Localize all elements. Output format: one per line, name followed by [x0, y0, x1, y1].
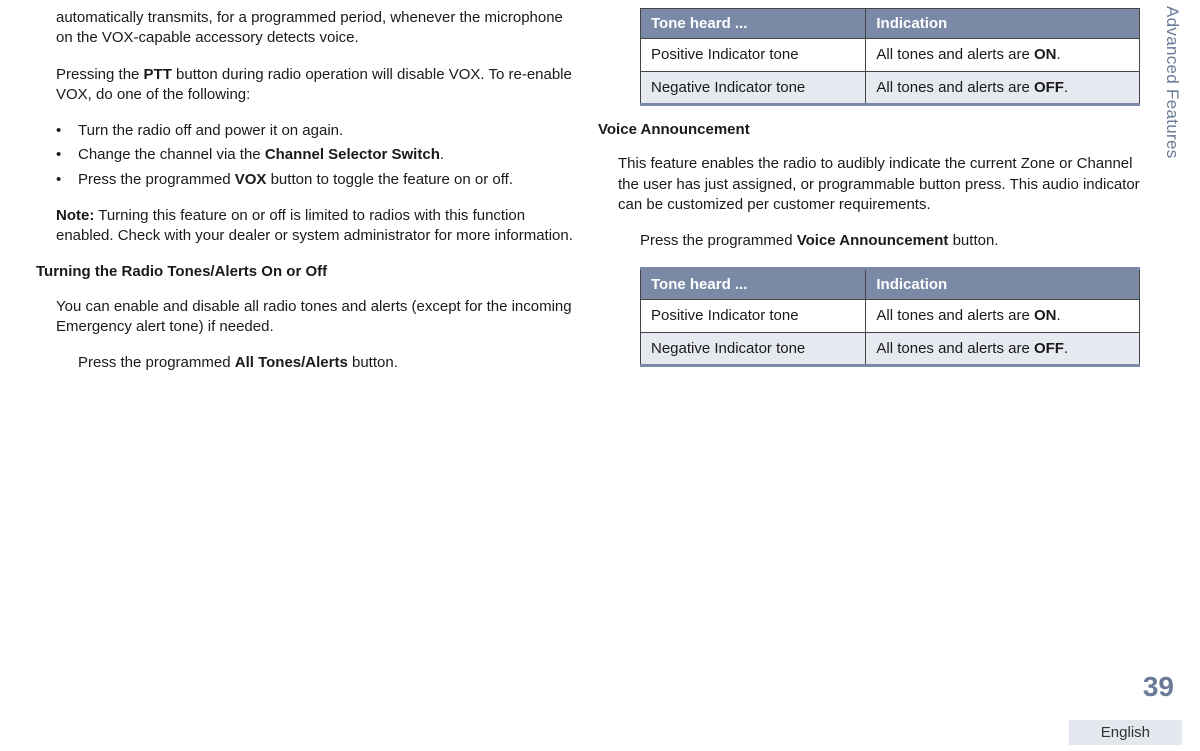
table-header-row: Tone heard ... Indication — [641, 9, 1140, 39]
table-header: Tone heard ... — [641, 269, 866, 300]
table-cell: All tones and alerts are ON. — [866, 39, 1140, 72]
side-tab-label: Advanced Features — [1162, 6, 1182, 159]
language-tab: English — [1069, 720, 1182, 745]
table-cell: Positive Indicator tone — [641, 300, 866, 333]
table-header: Tone heard ... — [641, 9, 866, 39]
section-heading: Voice Announcement — [598, 120, 1140, 140]
table-row: Positive Indicator tone All tones and al… — [641, 300, 1140, 333]
table-cell: Negative Indicator tone — [641, 71, 866, 105]
page-number: 39 — [1143, 671, 1174, 703]
paragraph: This feature enables the radio to audibl… — [618, 154, 1140, 215]
paragraph: Press the programmed All Tones/Alerts bu… — [78, 353, 578, 373]
paragraph: Press the programmed Voice Announcement … — [640, 231, 1140, 251]
left-column: automatically transmits, for a programme… — [56, 8, 578, 389]
table-row: Positive Indicator tone All tones and al… — [641, 39, 1140, 72]
indented-block: Press the programmed Voice Announcement … — [640, 231, 1140, 367]
tone-table: Tone heard ... Indication Positive Indic… — [640, 267, 1140, 367]
table-row: Negative Indicator tone All tones and al… — [641, 71, 1140, 105]
paragraph: Pressing the PTT button during radio ope… — [56, 65, 578, 106]
note-paragraph: Note: Turning this feature on or off is … — [56, 206, 578, 247]
bullet-list: •Turn the radio off and power it on agai… — [56, 121, 578, 190]
list-item: •Turn the radio off and power it on agai… — [56, 121, 578, 141]
bullet-icon: • — [56, 145, 66, 165]
table-cell: Positive Indicator tone — [641, 39, 866, 72]
bullet-icon: • — [56, 170, 66, 190]
table-cell: Negative Indicator tone — [641, 332, 866, 366]
paragraph: automatically transmits, for a programme… — [56, 8, 578, 49]
table-header: Indication — [866, 269, 1140, 300]
list-item: •Change the channel via the Channel Sele… — [56, 145, 578, 165]
page-content: automatically transmits, for a programme… — [0, 0, 1140, 389]
table-cell: All tones and alerts are ON. — [866, 300, 1140, 333]
table-header-row: Tone heard ... Indication — [641, 269, 1140, 300]
table-row: Negative Indicator tone All tones and al… — [641, 332, 1140, 366]
list-item: •Press the programmed VOX button to togg… — [56, 170, 578, 190]
tone-table: Tone heard ... Indication Positive Indic… — [640, 8, 1140, 106]
table-header: Indication — [866, 9, 1140, 39]
paragraph: You can enable and disable all radio ton… — [56, 297, 578, 338]
section-heading: Turning the Radio Tones/Alerts On or Off — [36, 262, 578, 282]
table-cell: All tones and alerts are OFF. — [866, 71, 1140, 105]
right-column: Tone heard ... Indication Positive Indic… — [618, 8, 1140, 389]
note-label: Note: — [56, 207, 94, 224]
bullet-icon: • — [56, 121, 66, 141]
table-cell: All tones and alerts are OFF. — [866, 332, 1140, 366]
table-wrapper: Tone heard ... Indication Positive Indic… — [640, 8, 1140, 106]
